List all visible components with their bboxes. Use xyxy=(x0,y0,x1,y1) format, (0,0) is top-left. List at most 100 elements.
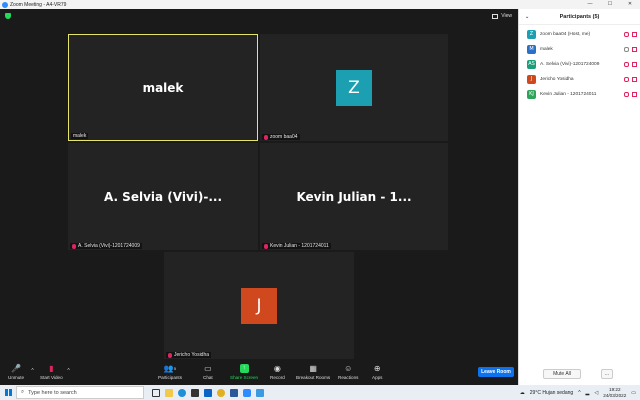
mic-muted-icon xyxy=(624,76,629,82)
video-tile-kevin-julian[interactable]: Kevin Julian - 1... Kevin Julian - 12017… xyxy=(260,143,448,250)
weather-text[interactable]: 29°C Hujan sedang xyxy=(530,390,573,396)
participants-label: Participants xyxy=(158,375,183,380)
chevron-down-icon[interactable]: ⌄ xyxy=(525,14,529,20)
search-placeholder: Type here to search xyxy=(28,389,77,396)
clock[interactable]: 19:22 24/03/2022 xyxy=(603,387,626,398)
participant-row[interactable]: KJ Kevin Julian - 1201724011 xyxy=(527,89,637,99)
video-tile-zoom-baa04[interactable]: Z zoom baa04 xyxy=(260,34,448,141)
apps-button[interactable]: ⊕ Apps xyxy=(372,364,382,380)
video-off-icon: ▮ xyxy=(49,364,54,373)
record-button[interactable]: ◉ Record xyxy=(270,364,285,380)
volume-icon[interactable]: ◁ xyxy=(594,390,598,396)
apps-icon: ⊕ xyxy=(373,364,381,373)
grid-view-icon xyxy=(492,13,499,19)
video-off-icon xyxy=(632,46,637,52)
unmute-label: Unmute xyxy=(8,375,25,380)
meeting-toolbar: 🎤 Unmute ^ ▮ Start Video ^ 👥 5 Participan… xyxy=(0,362,518,385)
windows-taskbar: ⌕ Type here to search ☁ 29°C Hujan sedan… xyxy=(0,385,640,400)
word-icon[interactable] xyxy=(230,388,238,397)
weather-icon[interactable]: ☁ xyxy=(520,390,525,396)
security-shield-icon[interactable] xyxy=(5,13,11,19)
zoom-logo-icon xyxy=(2,1,8,8)
store-icon[interactable] xyxy=(191,388,199,397)
mute-all-button[interactable]: Mute All xyxy=(543,369,581,379)
tile-name-label: A. Selvia (Vivi)-1201724009 xyxy=(70,243,142,249)
chrome-icon[interactable] xyxy=(217,388,225,397)
avatar: AS xyxy=(527,59,536,69)
record-icon: ◉ xyxy=(273,364,281,373)
start-video-button[interactable]: ▮ Start Video xyxy=(40,364,63,380)
participant-row[interactable]: M malek xyxy=(527,44,637,54)
maximize-button[interactable]: ☐ xyxy=(600,0,620,9)
avatar: M xyxy=(527,44,536,54)
share-screen-button[interactable]: ↑ Share Screen xyxy=(230,364,258,380)
breakout-rooms-icon: ▦ xyxy=(309,364,317,373)
participant-row[interactable]: J Jericho Yosidha xyxy=(527,74,637,84)
unmute-button[interactable]: 🎤 Unmute xyxy=(8,364,24,380)
mic-muted-icon xyxy=(624,61,629,67)
reactions-label: Reactions xyxy=(338,375,359,380)
start-video-label: Start Video xyxy=(40,375,63,380)
zoom-app-icon[interactable] xyxy=(243,388,251,397)
minimize-button[interactable]: — xyxy=(580,0,600,9)
task-view-icon[interactable] xyxy=(152,388,160,397)
participant-row[interactable]: AS A. Selvia (Vivi)-1201724009 xyxy=(527,59,637,69)
participant-row[interactable]: Z zoom baa04 (Host, me) xyxy=(527,29,637,39)
notifications-icon[interactable]: ▭ xyxy=(631,390,636,396)
avatar: KJ xyxy=(527,89,536,99)
video-tile-malek[interactable]: malek malek xyxy=(68,34,258,141)
system-tray: ☁ 29°C Hujan sedang ^ ▂ ◁ 19:22 24/03/20… xyxy=(520,387,640,398)
apps-label: Apps xyxy=(372,375,383,380)
share-screen-label: Share Screen xyxy=(230,375,259,380)
edge-icon[interactable] xyxy=(178,388,186,397)
network-icon[interactable]: ▂ xyxy=(586,390,590,396)
reactions-icon: ☺ xyxy=(344,364,353,373)
search-icon: ⌕ xyxy=(21,389,25,395)
chevron-up-icon: ^ xyxy=(31,368,34,374)
mic-muted-icon xyxy=(264,134,268,140)
panel-title: Participants (5) xyxy=(559,13,600,20)
participant-name-large: Kevin Julian - 1... xyxy=(296,189,412,204)
view-button[interactable]: View xyxy=(492,13,512,19)
taskbar-search-box[interactable]: ⌕ Type here to search xyxy=(16,386,144,399)
video-off-icon xyxy=(632,76,637,82)
start-button[interactable] xyxy=(0,385,16,400)
avatar: J xyxy=(241,287,277,324)
app-icon[interactable] xyxy=(256,388,264,397)
view-label: View xyxy=(501,13,512,19)
mic-muted-icon xyxy=(72,243,76,249)
mail-icon[interactable] xyxy=(204,388,212,397)
microphone-icon xyxy=(624,46,629,52)
breakout-rooms-button[interactable]: ▦ Breakout Rooms xyxy=(296,364,330,380)
chevron-up-icon[interactable]: ^ xyxy=(578,390,580,396)
breakout-rooms-label: Breakout Rooms xyxy=(296,375,331,380)
participants-count: 5 xyxy=(173,366,177,371)
participant-name-large: malek xyxy=(142,80,184,95)
tile-name-label: Jericho Yosidha xyxy=(166,352,212,358)
video-options-caret[interactable]: ^ xyxy=(64,367,73,378)
participants-button[interactable]: 👥 5 Participants xyxy=(158,364,182,380)
mic-muted-icon xyxy=(624,91,629,97)
tile-name-label: Kevin Julian - 1201724011 xyxy=(262,243,331,249)
reactions-button[interactable]: ☺ Reactions xyxy=(338,364,358,380)
video-tile-jericho[interactable]: J Jericho Yosidha xyxy=(164,252,354,359)
video-off-icon xyxy=(632,31,637,37)
video-tile-a-selvia[interactable]: A. Selvia (Vivi)-... A. Selvia (Vivi)-12… xyxy=(68,143,258,250)
avatar: J xyxy=(527,74,536,84)
tile-name-text: A. Selvia (Vivi)-1201724009 xyxy=(78,243,140,249)
tile-name-text: malek xyxy=(73,133,87,139)
leave-room-button[interactable]: Leave Room xyxy=(478,367,514,377)
chevron-up-icon: ^ xyxy=(67,368,70,374)
windows-logo-icon xyxy=(4,389,12,396)
mic-muted-icon xyxy=(168,352,172,358)
more-options-button[interactable]: ... xyxy=(601,369,613,379)
chat-button[interactable]: ▭ Chat xyxy=(203,364,213,380)
video-off-icon xyxy=(632,91,637,97)
window-title: Zoom Meeting - A4-VR79 xyxy=(10,1,67,8)
avatar: Z xyxy=(527,29,536,39)
file-explorer-icon[interactable] xyxy=(165,388,173,397)
audio-options-caret[interactable]: ^ xyxy=(28,367,37,378)
close-button[interactable]: ✕ xyxy=(620,0,640,9)
video-off-icon xyxy=(632,61,637,67)
mic-muted-icon xyxy=(264,243,268,249)
